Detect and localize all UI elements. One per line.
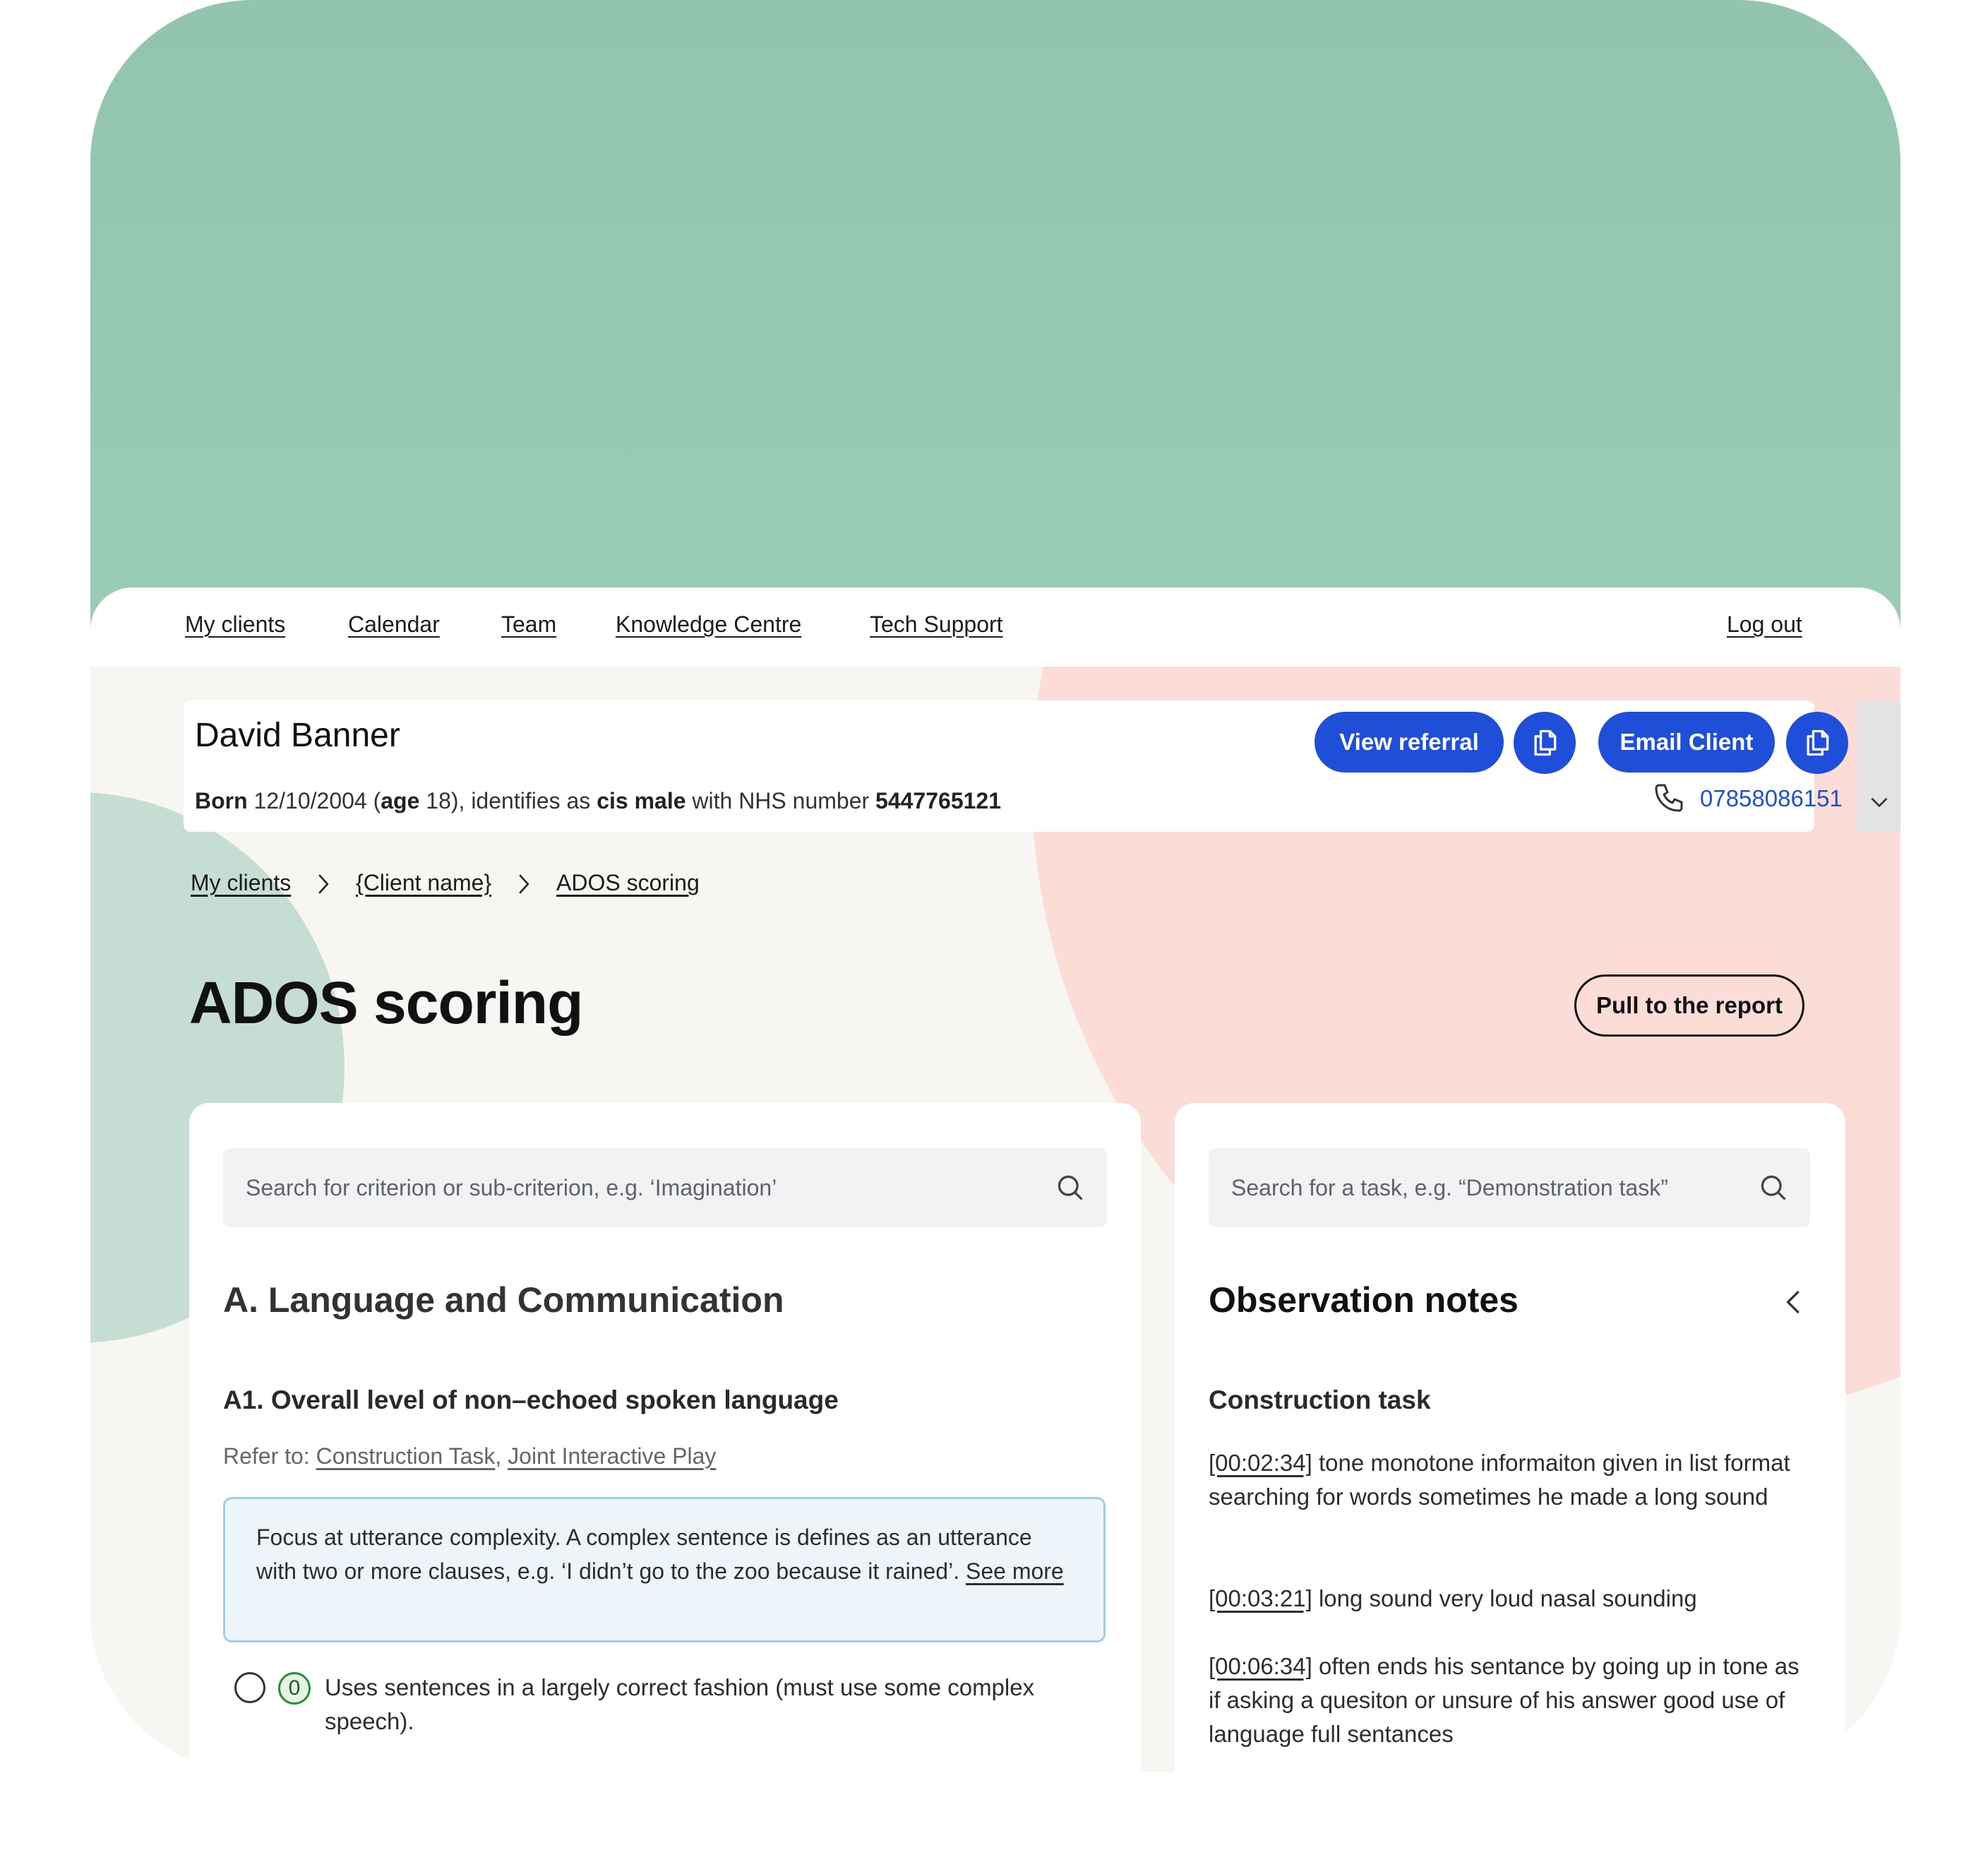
app-screen: My clients Calendar Team Knowledge Centr… [90,587,1900,1772]
refer-link-construction-task[interactable]: Construction Task [316,1443,496,1469]
client-header: David Banner Born 12/10/2004 (age 18), i… [184,700,1900,832]
refer-label: Refer to: [223,1443,310,1469]
timestamp-link[interactable]: [00:06:34] [1209,1653,1312,1679]
copy-referral-button[interactable] [1514,712,1576,774]
observation-notes-title: Observation notes [1209,1280,1519,1320]
view-referral-button[interactable]: View referral [1315,712,1504,773]
refer-to-line: Refer to: Construction Task, Joint Inter… [223,1443,717,1469]
score-option-text: Uses sentences in a largely correct fash… [325,1674,1035,1734]
breadcrumb-my-clients[interactable]: My clients [191,870,291,896]
logout-link[interactable]: Log out [1727,612,1802,638]
observation-note: [00:02:34] tone monotone informaiton giv… [1209,1446,1816,1514]
timestamp-link[interactable]: [00:03:21] [1209,1585,1312,1611]
client-gender: cis male [597,788,686,813]
client-nhs-number: 5447765121 [875,788,1001,813]
see-more-link[interactable]: See more [966,1558,1064,1584]
guidance-text: Focus at utterance complexity. A complex… [256,1525,1032,1584]
observation-notes-panel: Search for a task, e.g. “Demonstration t… [1175,1103,1845,1772]
nav-calendar[interactable]: Calendar [348,612,440,638]
email-client-button[interactable]: Email Client [1598,712,1775,773]
breadcrumb-ados-scoring[interactable]: ADOS scoring [556,870,700,896]
client-age: 18 [426,788,451,813]
age-label: age [381,788,420,813]
page-title: ADOS scoring [189,970,583,1036]
copy-icon [1534,729,1557,756]
search-placeholder: Search for a task, e.g. “Demonstration t… [1231,1175,1668,1200]
phone-icon [1655,784,1683,812]
chevron-left-icon[interactable] [1782,1288,1806,1316]
pull-to-report-button[interactable]: Pull to the report [1574,974,1804,1037]
criterion-title: A1. Overall level of non–echoed spoken l… [223,1385,839,1414]
nav-knowledge-centre[interactable]: Knowledge Centre [616,612,801,638]
chevron-right-icon [318,874,329,894]
search-icon[interactable] [1055,1172,1086,1203]
task-title: Construction task [1209,1385,1431,1414]
task-search-input[interactable]: Search for a task, e.g. “Demonstration t… [1209,1148,1810,1227]
chevron-right-icon [519,874,529,894]
client-dob: 12/10/2004 [253,788,367,813]
timestamp-link[interactable]: [00:02:34] [1209,1450,1312,1476]
identifies-text: identifies as [471,788,591,813]
nav-team[interactable]: Team [501,612,556,638]
copy-email-button[interactable] [1786,712,1848,774]
device-frame: My clients Calendar Team Knowledge Centr… [90,0,1900,1772]
client-name: David Banner [195,717,400,754]
criterion-search-input[interactable]: Search for criterion or sub-criterion, e… [223,1148,1107,1227]
client-details: Born 12/10/2004 (age 18), identifies as … [195,788,1001,813]
observation-note: [00:06:34] often ends his sentance by go… [1209,1650,1816,1751]
nhs-text: with NHS number [692,788,870,813]
refer-link-joint-interactive-play[interactable]: Joint Interactive Play [508,1443,716,1469]
guidance-info-box: Focus at utterance complexity. A complex… [223,1497,1106,1642]
client-phone-link[interactable]: 07858086151 [1700,785,1843,812]
observation-note: [00:03:21] long sound very loud nasal so… [1209,1582,1816,1616]
nav-my-clients[interactable]: My clients [185,612,285,638]
score-badge: 0 [278,1672,311,1705]
score-option-radio[interactable] [234,1672,265,1703]
breadcrumb-client-name[interactable]: {Client name} [356,870,491,896]
nav-tech-support[interactable]: Tech Support [870,612,1003,638]
search-placeholder: Search for criterion or sub-criterion, e… [246,1175,777,1200]
search-icon[interactable] [1758,1172,1789,1203]
copy-icon [1807,729,1829,756]
born-label: Born [195,788,248,813]
section-heading: A. Language and Communication [223,1280,784,1320]
chevron-down-icon[interactable] [1868,791,1891,813]
note-text: long sound very loud nasal sounding [1318,1585,1697,1611]
top-navigation: My clients Calendar Team Knowledge Centr… [90,587,1900,667]
criteria-panel: Search for criterion or sub-criterion, e… [189,1103,1141,1772]
